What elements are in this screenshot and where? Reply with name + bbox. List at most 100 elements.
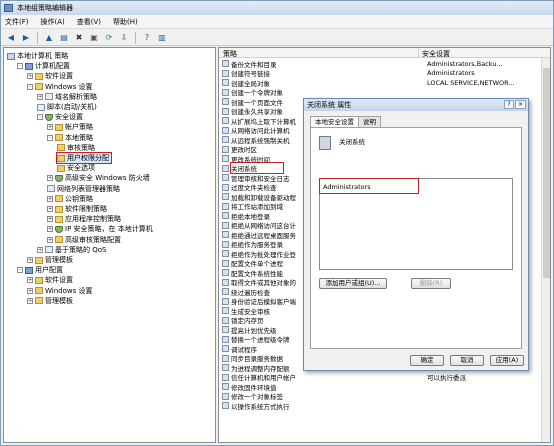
policy-setting-icon [222, 345, 229, 352]
up-icon[interactable]: ▲ [43, 32, 55, 44]
expander-icon[interactable]: + [27, 73, 33, 80]
policy-name-cell: 备份文件和目录 [231, 60, 277, 69]
expander-icon[interactable]: + [37, 93, 43, 100]
apply-button[interactable]: 应用(A) [490, 355, 524, 366]
table-row[interactable]: 创建一个令牌对象 [219, 88, 550, 97]
tree-node[interactable]: + Windows 设置 [27, 286, 92, 296]
expander-icon[interactable]: + [37, 246, 43, 253]
tree-node[interactable]: + 软件限制策略 [47, 204, 107, 214]
menu-view[interactable]: 查看(V) [77, 17, 101, 27]
tree-node[interactable]: + 公钥策略 [47, 194, 93, 204]
expander-icon[interactable]: - [37, 114, 43, 121]
table-row[interactable]: 以操作系统方式执行 [219, 401, 550, 411]
help-button[interactable]: ? [504, 100, 514, 109]
tree-node[interactable]: + 高级安全 Windows 防火墙 [47, 173, 150, 183]
tree-node[interactable]: - 安全设置 [37, 112, 83, 122]
forward-icon[interactable]: ▶ [20, 32, 32, 44]
view-icon[interactable]: ▥ [156, 32, 168, 44]
show-hide-tree-icon[interactable]: ▤ [58, 32, 70, 44]
column-security-setting[interactable]: 安全设置 [422, 49, 450, 59]
tree-node[interactable]: 用户权限分配 [56, 152, 112, 164]
expander-icon[interactable]: + [47, 195, 53, 202]
tree-node[interactable]: - 本地策略 [47, 133, 93, 143]
table-row[interactable]: 修改一个对象标签 [219, 392, 550, 401]
tab-explain[interactable]: 说明 [358, 116, 381, 127]
add-user-button[interactable]: 添加用户或组(U)... [319, 278, 387, 289]
export-icon[interactable]: ⇩ [118, 32, 130, 44]
tree-node[interactable]: 安全选项 [57, 163, 95, 173]
tree-node[interactable]: + 应用程序控制策略 [47, 214, 121, 224]
expander-icon[interactable]: + [47, 124, 53, 131]
expander-icon[interactable]: + [27, 257, 33, 263]
tree-node[interactable]: - Windows 设置 [27, 82, 92, 92]
menu-help[interactable]: 帮助(H) [113, 17, 138, 27]
tree-node[interactable]: + 基于策略的 QoS [37, 245, 106, 255]
expander-icon[interactable]: - [17, 267, 23, 274]
tree-node[interactable]: + 软件设置 [27, 71, 73, 81]
tree-node-label: 本地策略 [65, 133, 93, 142]
table-row[interactable]: 修改固件环境值 [219, 382, 550, 392]
tree-node-label: 脚本(启动/关机) [47, 103, 97, 111]
tree-node-label: 用户配置 [35, 266, 63, 275]
properties-dialog: 关闭系统 属性 ? × 本地安全设置 说明 关闭系统 Administrator… [303, 98, 529, 371]
folder-icon [57, 164, 65, 172]
tree-node[interactable]: 本地计算机 策略 [7, 51, 68, 61]
policy-name-cell: 信任计算机和用户帐户 [231, 374, 296, 382]
expander-icon[interactable]: + [27, 297, 33, 304]
console-tree[interactable]: 本地计算机 策略 - 计算机配置 + 软件设置 - Windows 设置 + 域名解析策略 脚本(… [3, 47, 216, 443]
tree-node[interactable]: + 域名解析策略 [37, 92, 97, 102]
list-header: 策略 安全设置 [219, 48, 550, 59]
table-row[interactable]: 创建全局对象 LOCAL SERVICE,NETWOR... [219, 78, 550, 88]
tree-node[interactable]: + 帐户策略 [47, 122, 93, 132]
expander-icon[interactable]: + [27, 277, 33, 284]
folder-icon [35, 72, 43, 80]
tree-node[interactable]: - 计算机配置 [17, 61, 70, 71]
properties-icon[interactable]: ▣ [88, 32, 100, 44]
table-row[interactable]: 创建符号链接 Administrators [219, 69, 550, 78]
remove-button[interactable]: 删除(R) [411, 278, 451, 289]
app-icon [4, 4, 13, 12]
close-button[interactable]: × [515, 100, 526, 109]
cancel-button[interactable]: 取消 [450, 355, 484, 366]
tree-node[interactable]: - 用户配置 [17, 265, 63, 275]
refresh-icon[interactable]: ⟳ [103, 32, 115, 44]
tree-node[interactable]: + 管理模板 [27, 255, 73, 265]
expander-icon[interactable]: - [27, 83, 33, 90]
user-item[interactable]: Administrators [323, 183, 371, 191]
expander-icon[interactable]: + [47, 236, 53, 243]
column-divider [418, 48, 419, 58]
expander-icon[interactable]: + [47, 206, 53, 212]
tree-node[interactable]: + IP 安全策略，在 本地计算机 [47, 224, 153, 234]
tree-node[interactable]: 审核策略 [57, 143, 95, 153]
back-icon[interactable]: ◀ [5, 32, 17, 44]
folder-icon [55, 215, 63, 223]
tree-node-label: 帐户策略 [65, 123, 93, 132]
tree-node[interactable]: + 软件设置 [27, 275, 73, 285]
menu-action[interactable]: 操作(A) [41, 17, 65, 27]
table-row[interactable]: 信任计算机和用户帐户 可以执行委派 [219, 373, 550, 382]
tree-node-label: 公钥策略 [65, 194, 93, 203]
policy-setting-icon [222, 221, 229, 229]
expander-icon[interactable]: + [27, 287, 33, 294]
tree-node[interactable]: + 管理模板 [27, 296, 73, 306]
tree-node[interactable]: 脚本(启动/关机) [37, 102, 97, 112]
tree-node-label: 安全选项 [67, 164, 95, 173]
ok-button[interactable]: 确定 [410, 355, 444, 366]
policy-setting-icon [222, 364, 229, 371]
expander-icon[interactable]: + [47, 175, 53, 182]
column-policy[interactable]: 策略 [223, 49, 237, 59]
tree-node-label: 基于策略的 QoS [55, 245, 107, 254]
expander-icon[interactable]: - [47, 134, 53, 141]
list-scrollbar[interactable] [541, 58, 550, 442]
tree-node[interactable]: 网络列表管理器策略 [47, 184, 120, 194]
table-row[interactable]: 备份文件和目录 Administrators,Backu... [219, 59, 550, 69]
help-icon[interactable]: ? [141, 32, 153, 44]
expander-icon[interactable]: - [17, 63, 23, 70]
user-list[interactable]: Administrators [319, 178, 513, 270]
menu-file[interactable]: 文件(F) [5, 17, 29, 27]
tree-node[interactable]: + 高级审核策略配置 [47, 235, 121, 245]
delete-icon[interactable]: ✖ [73, 32, 85, 44]
scroll-thumb[interactable] [543, 68, 550, 278]
expander-icon[interactable]: + [47, 226, 53, 233]
expander-icon[interactable]: + [47, 216, 53, 223]
